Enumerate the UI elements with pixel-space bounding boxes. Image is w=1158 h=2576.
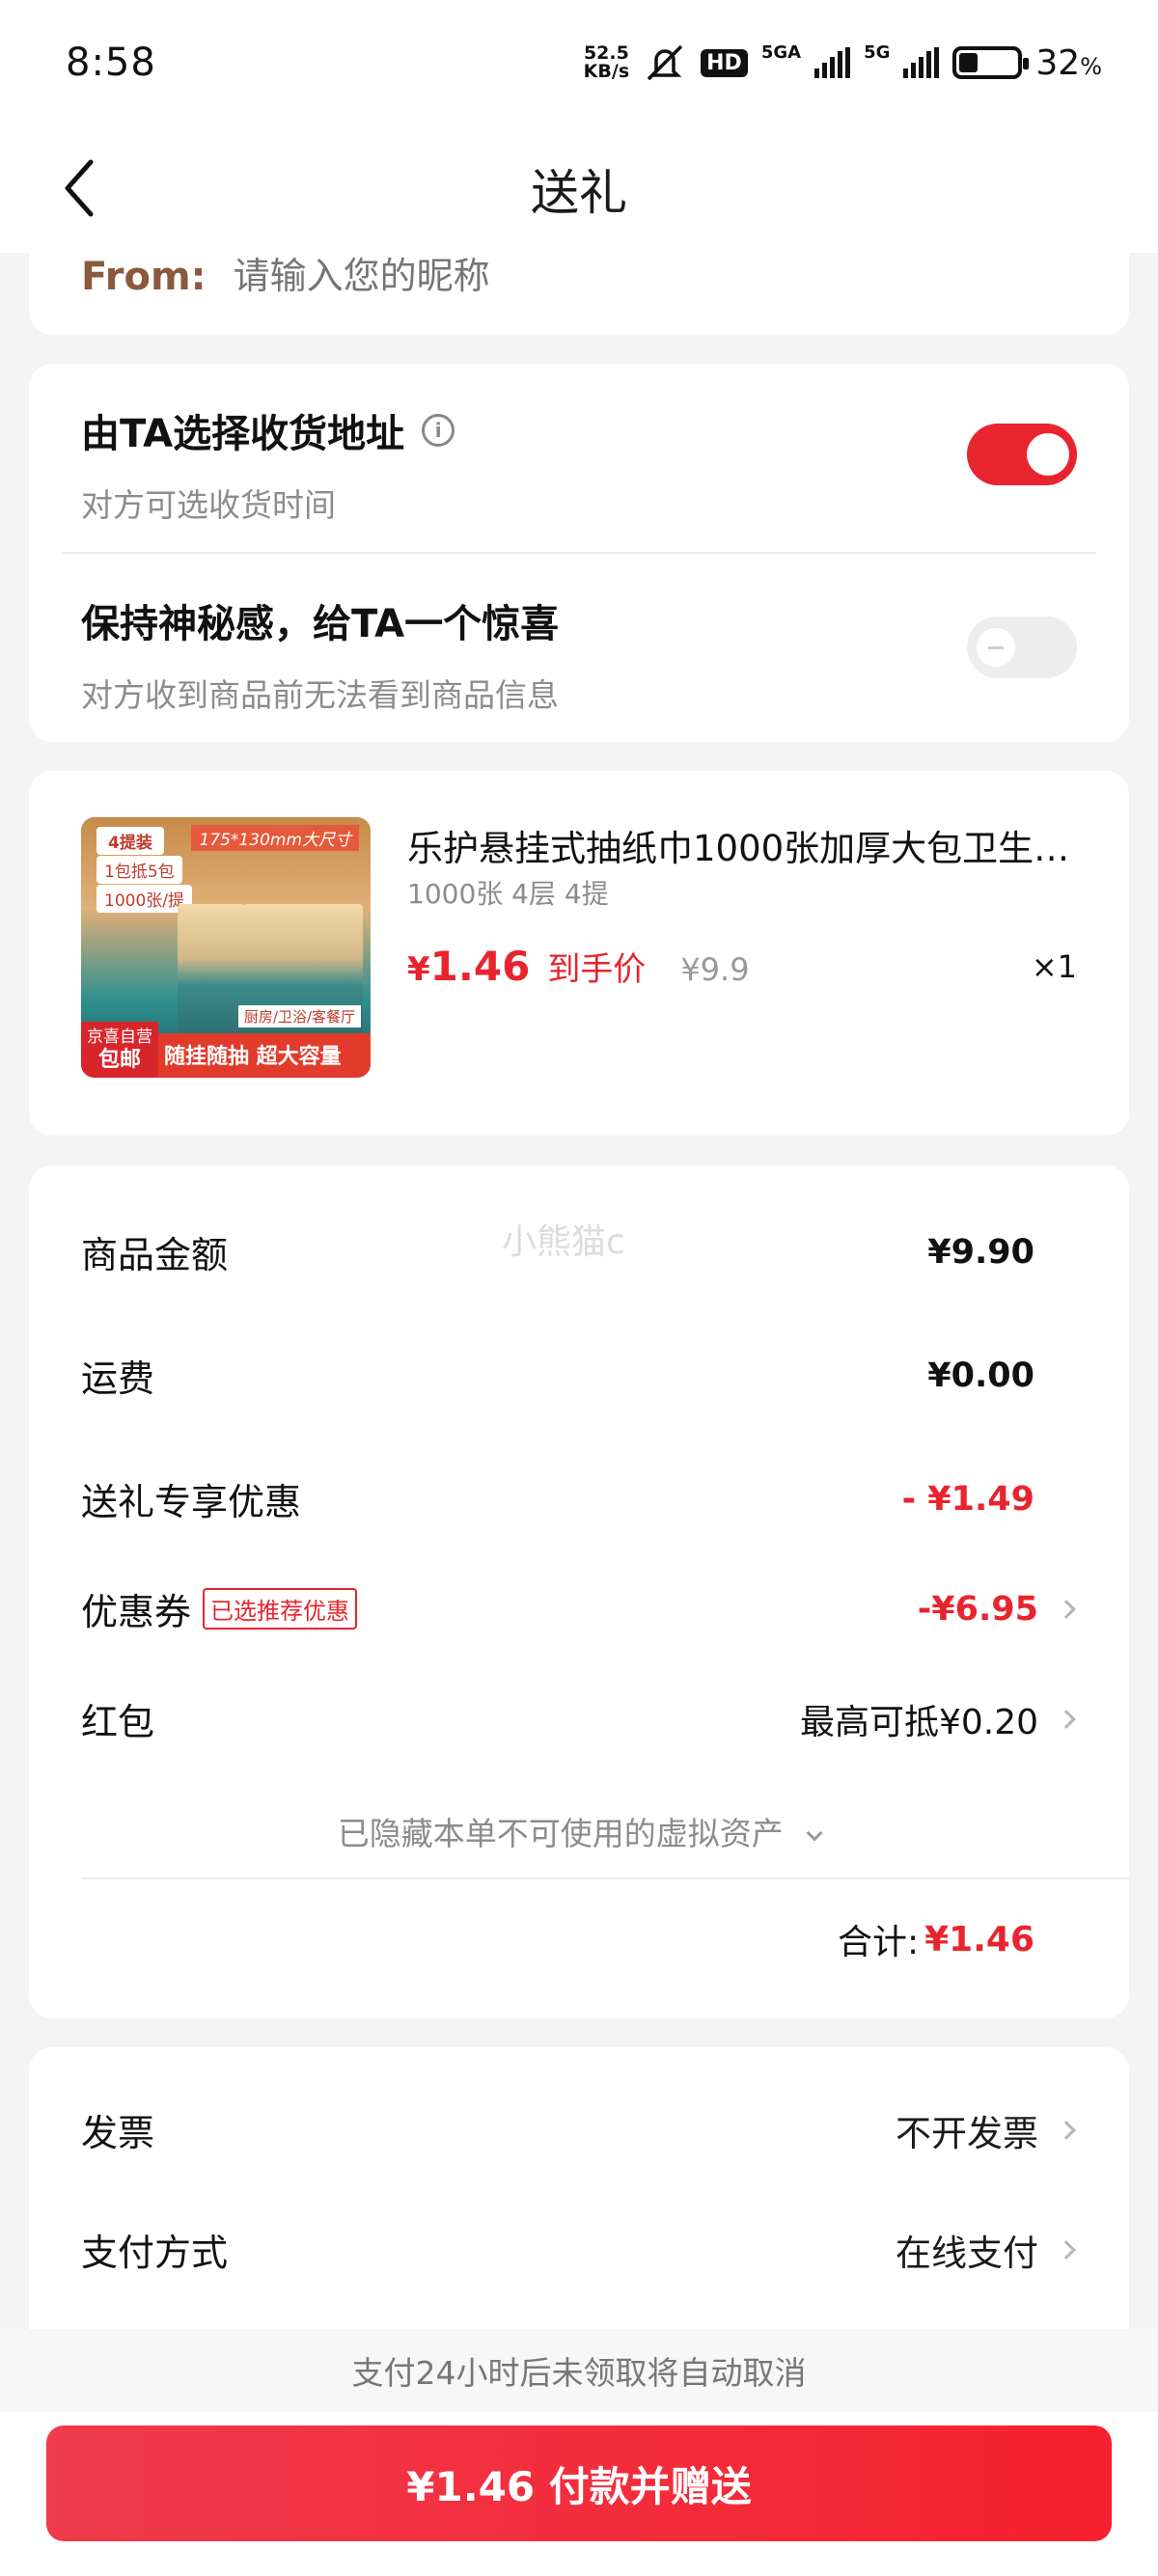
- option-title: 由TA选择收货地址 i: [81, 402, 1077, 458]
- row-label: 支付方式: [81, 2232, 229, 2274]
- option-surprise: 保持神秘感，给TA一个惊喜 对方收到商品前无法看到商品信息: [81, 592, 1077, 716]
- info-icon[interactable]: i: [422, 414, 455, 447]
- row-label: 运费: [81, 1357, 155, 1400]
- status-icons: 52.5 KB/s HD 5GA 5G 32%: [584, 42, 1102, 83]
- network-speed: 52.5 KB/s: [584, 44, 629, 81]
- from-card: From:: [29, 253, 1129, 335]
- row-value: -¥6.95: [918, 1590, 1077, 1629]
- chevron-right-icon: [1057, 1709, 1076, 1729]
- hidden-assets-text: 已隐藏本单不可使用的虚拟资产: [337, 1815, 784, 1852]
- signal-1-icon: [814, 47, 851, 78]
- product-title[interactable]: 乐护悬挂式抽纸巾1000张加厚大包卫生…: [407, 819, 1102, 871]
- product-image[interactable]: 4提装 1包抵5包 1000张/提 175*130mm大尺寸 厨房/卫浴/客餐厅…: [81, 817, 371, 1078]
- product-tag-bundle: 1包抵5包: [96, 856, 182, 884]
- row-value: 不开发票: [896, 2104, 1077, 2156]
- row-value: ¥0.00: [927, 1356, 1034, 1395]
- product-shipping-line-1: 京喜自营: [87, 1028, 152, 1047]
- network-speed-unit: KB/s: [583, 61, 630, 82]
- bottom-bar: 支付24小时后未领取将自动取消 ¥1.46 付款并赠送: [0, 2329, 1158, 2576]
- back-arrow-icon[interactable]: [58, 154, 100, 222]
- row-shipping: 运费 ¥0.00: [81, 1349, 1077, 1402]
- invoice-value: 不开发票: [896, 2112, 1038, 2154]
- toggle-knob: [1027, 433, 1069, 476]
- option-title-text: 由TA选择收货地址: [81, 412, 405, 456]
- coupon-label: 优惠券: [81, 1591, 192, 1633]
- nav-header: 送礼: [0, 125, 1158, 253]
- sim2-label: 5G: [864, 42, 891, 63]
- option-recipient-address: 由TA选择收货地址 i 对方可选收货时间: [81, 402, 1077, 526]
- tissue-pack-graphic: [178, 904, 245, 1039]
- price-label: 到手价: [547, 950, 647, 989]
- battery-percentage: 32%: [1035, 43, 1102, 83]
- auto-cancel-notice: 支付24小时后未领取将自动取消: [0, 2329, 1158, 2412]
- product-shipping-line-2: 包邮: [97, 1048, 141, 1072]
- coupon-value: -¥6.95: [917, 1589, 1038, 1629]
- hd-icon: HD: [701, 48, 748, 77]
- product-price: ¥ 1.46 到手价 ¥9.9: [407, 943, 750, 990]
- row-invoice[interactable]: 发票 不开发票: [81, 2103, 1077, 2156]
- row-gift-discount: 送礼专享优惠 - ¥1.49: [81, 1472, 1077, 1525]
- row-value: 最高可抵¥0.20: [800, 1694, 1077, 1744]
- chevron-right-icon: [1057, 2239, 1076, 2260]
- divider: [62, 552, 1096, 554]
- nickname-input[interactable]: [233, 255, 909, 297]
- original-price: ¥9.9: [680, 951, 750, 988]
- from-label: From:: [81, 255, 207, 299]
- chevron-right-icon: [1057, 1599, 1076, 1619]
- product-shipping-badge: 京喜自营 包邮: [81, 1022, 158, 1078]
- product-tag-size: 175*130mm大尺寸: [191, 825, 359, 851]
- divider: [81, 1877, 1129, 1879]
- toggle-knob: [977, 628, 1015, 667]
- sim1-label: 5GA: [760, 42, 802, 63]
- signal-2-icon: [903, 47, 940, 78]
- redpacket-value: 最高可抵¥0.20: [799, 1702, 1038, 1742]
- battery-icon: [952, 46, 1030, 79]
- chevron-down-icon: [806, 1824, 823, 1842]
- clock: 8:58: [66, 41, 156, 85]
- chevron-right-icon: [1057, 2120, 1076, 2140]
- row-goods-amount: 商品金额 ¥9.90: [81, 1225, 1077, 1278]
- total-value: ¥1.46: [924, 1919, 1034, 1959]
- status-bar: 8:58 52.5 KB/s HD 5GA 5G 32%: [0, 0, 1158, 125]
- gift-options-card: 由TA选择收货地址 i 对方可选收货时间 保持神秘感，给TA一个惊喜 对方收到商…: [29, 364, 1129, 742]
- battery-percentage-value: 32: [1035, 42, 1081, 83]
- row-label: 红包: [81, 1701, 155, 1743]
- option-subtitle: 对方可选收货时间: [81, 486, 336, 524]
- row-value: - ¥1.49: [901, 1479, 1034, 1519]
- total-label: 合计:: [837, 1923, 920, 1962]
- battery-fill: [959, 53, 978, 72]
- payment-value: 在线支付: [896, 2232, 1038, 2274]
- price-summary-card: 小熊猫c 商品金额 ¥9.90 运费 ¥0.00 送礼专享优惠 - ¥1.49 …: [29, 1165, 1129, 2018]
- pay-and-gift-button[interactable]: ¥1.46 付款并赠送: [46, 2425, 1112, 2541]
- product-spec: 1000张 4层 4提: [407, 878, 609, 910]
- price-value: 1.46: [429, 943, 531, 990]
- product-slogan: 随挂随抽 超大容量: [164, 1045, 342, 1069]
- coupon-badge: 已选推荐优惠: [203, 1588, 358, 1630]
- row-redpacket[interactable]: 红包 最高可抵¥0.20: [81, 1692, 1077, 1745]
- row-label: 送礼专享优惠: [81, 1481, 302, 1523]
- row-label: 商品金额: [81, 1234, 229, 1276]
- product-card[interactable]: 4提装 1包抵5包 1000张/提 175*130mm大尺寸 厨房/卫浴/客餐厅…: [29, 771, 1129, 1136]
- mute-bell-icon: [647, 44, 683, 81]
- option-title: 保持神秘感，给TA一个惊喜: [81, 602, 560, 646]
- order-total: 合计: ¥1.46: [838, 1914, 1034, 1964]
- row-payment-method[interactable]: 支付方式 在线支付: [81, 2223, 1077, 2276]
- toggle-surprise[interactable]: [967, 617, 1077, 678]
- row-value: ¥9.90: [927, 1232, 1034, 1272]
- product-quantity: ×1: [1031, 948, 1077, 985]
- row-label: 发票: [81, 2112, 155, 2154]
- battery-percentage-suffix: %: [1080, 52, 1102, 80]
- page-title: 送礼: [531, 165, 627, 221]
- row-coupon[interactable]: 优惠券 已选推荐优惠 -¥6.95: [81, 1582, 1077, 1635]
- price-currency: ¥: [407, 950, 430, 989]
- hidden-assets-toggle[interactable]: 已隐藏本单不可使用的虚拟资产: [29, 1808, 1129, 1854]
- row-label: 优惠券 已选推荐优惠: [81, 1582, 358, 1635]
- row-value: 在线支付: [896, 2224, 1077, 2276]
- product-tag-rooms: 厨房/卫浴/客餐厅: [237, 1005, 361, 1028]
- toggle-recipient-address[interactable]: [967, 424, 1077, 485]
- product-tag-pack: 4提装: [96, 827, 164, 855]
- option-subtitle: 对方收到商品前无法看到商品信息: [81, 676, 559, 714]
